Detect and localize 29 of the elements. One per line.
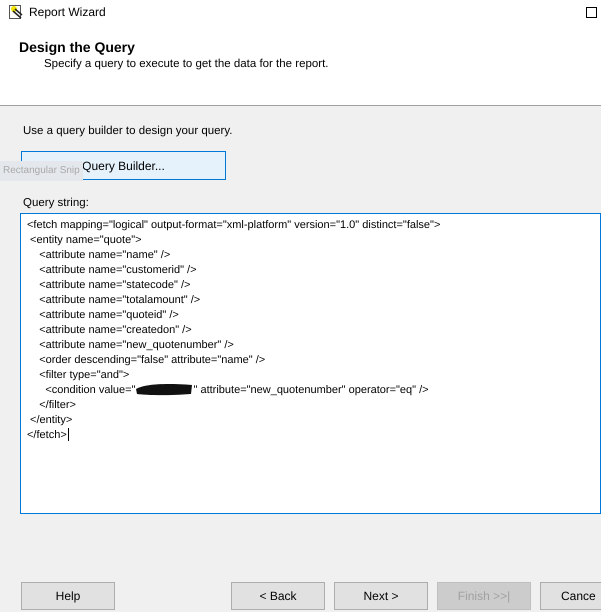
query-line: <attribute name="quoteid" /> (38, 308, 179, 322)
help-button[interactable]: Help (21, 582, 115, 610)
window-title: Report Wizard (29, 4, 106, 21)
snip-tooltip: Rectangular Snip (0, 161, 83, 182)
query-line: <attribute name="createdon" /> (38, 322, 192, 338)
query-line: <attribute name="name" /> (38, 248, 170, 262)
query-line: </fetch> (27, 428, 67, 442)
wizard-button[interactable]: Cance (540, 582, 601, 610)
query-string-label: Query string: (22, 196, 90, 212)
query-string-field[interactable] (20, 213, 601, 514)
query-line: <attribute name="statecode" /> (38, 278, 190, 292)
query-line: " attribute="new_quotenumber" operator="eq" /> (193, 382, 429, 398)
query-line: <fetch mapping="logical" output-format="xml-platform" version="1.0" distinct="false"> (27, 218, 440, 232)
instruction-text: Use a query builder to design your query. (22, 124, 234, 139)
query-line: <entity name="quote"> (29, 232, 142, 248)
query-line: <attribute name="totalamount" /> (38, 292, 200, 308)
query-line: <condition value=" (44, 382, 136, 398)
page-subtitle: Specify a query to execute to get the data for the report. (43, 57, 330, 72)
page-title: Design the Query (19, 38, 136, 56)
query-line: </filter> (38, 398, 76, 412)
query-line: <filter type="and"> (38, 368, 130, 382)
maximize-icon[interactable] (586, 6, 597, 18)
query-line: </entity> (29, 412, 72, 428)
query-line: <order descending="false" attribute="name" /> (38, 352, 266, 368)
query-line: <attribute name="customerid" /> (38, 262, 197, 278)
wizard-button[interactable]: Next > (334, 582, 428, 610)
wizard-button[interactable]: < Back (231, 582, 325, 610)
query-line: <attribute name="new_quotenumber" /> (38, 338, 234, 352)
report-icon (9, 5, 23, 19)
